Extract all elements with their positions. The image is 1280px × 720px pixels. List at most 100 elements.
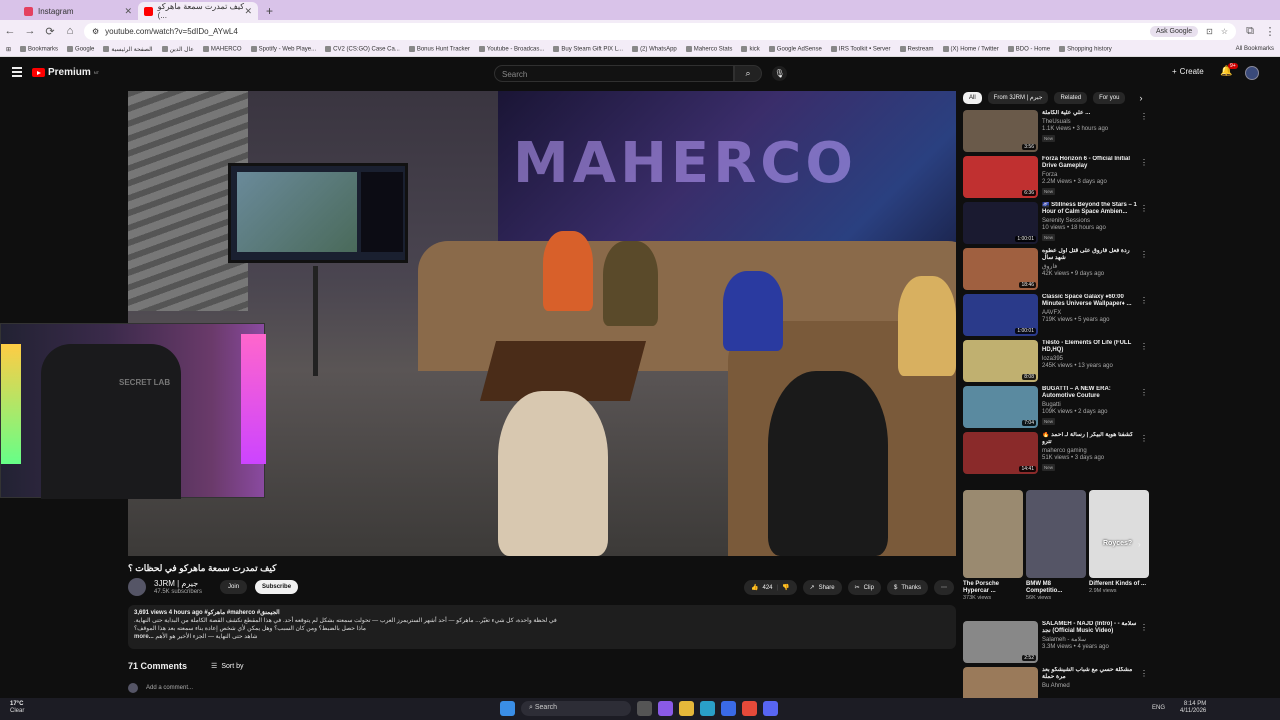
back-icon[interactable]: ← xyxy=(4,25,16,37)
subscribe-button[interactable]: Subscribe xyxy=(255,580,299,594)
copilot-icon[interactable] xyxy=(658,701,673,716)
more-options-icon[interactable]: ⋮ xyxy=(1140,669,1148,678)
more-options-icon[interactable]: ⋮ xyxy=(1140,623,1148,632)
sort-button[interactable]: ☰ Sort by xyxy=(211,662,243,671)
bookmark-item[interactable]: Restream xyxy=(899,45,934,52)
recommendation-channel[interactable]: maherco gaming xyxy=(1042,448,1140,455)
url-field[interactable]: ⚙ youtube.com/watch?v=5dIDo_AYwL4 Ask Go… xyxy=(84,22,1236,40)
more-link[interactable]: ...more xyxy=(134,634,154,640)
recommendation-channel[interactable]: AAVFX xyxy=(1042,310,1140,317)
recommendation-title[interactable]: SALAMEH - NAJD (Intro) - سلامة - نجد (Of… xyxy=(1042,621,1140,635)
more-options-icon[interactable]: ⋮ xyxy=(1140,204,1148,213)
recommendation-channel[interactable]: Forza xyxy=(1042,172,1140,179)
short-thumbnail[interactable] xyxy=(963,490,1023,578)
close-icon[interactable]: ✕ xyxy=(244,6,252,17)
channel-name[interactable]: 3JRM | جيرم xyxy=(154,579,202,589)
more-options-icon[interactable]: ⋮ xyxy=(1140,112,1148,121)
video-thumbnail[interactable]: 3:56 xyxy=(963,110,1038,152)
recommendation-item[interactable]: 14:41 🔥 كشفنا هوية البيكر | رسالة لـ أحمد… xyxy=(963,432,1148,478)
recommendation-channel[interactable]: Serenity Sessions xyxy=(1042,218,1140,225)
edge-icon[interactable] xyxy=(700,701,715,716)
bookmark-item[interactable]: Bookmarks xyxy=(20,45,58,52)
bookmark-item[interactable]: (2) WhatsApp xyxy=(632,45,677,52)
star-icon[interactable]: ☆ xyxy=(1221,27,1228,36)
channel-avatar[interactable] xyxy=(128,578,146,596)
apps-icon[interactable]: ⊞ xyxy=(6,46,11,53)
chevron-right-icon[interactable]: › xyxy=(1139,93,1142,103)
install-icon[interactable]: ⊡ xyxy=(1206,27,1213,36)
store-icon[interactable] xyxy=(721,701,736,716)
youtube-logo[interactable]: Premium NT xyxy=(32,67,99,78)
more-options-icon[interactable]: ⋮ xyxy=(1140,250,1148,259)
thumbs-down-icon[interactable]: 👎 xyxy=(782,584,789,591)
video-thumbnail[interactable]: 18:46 xyxy=(963,248,1038,290)
extensions-icon[interactable]: ⧉ xyxy=(1244,25,1256,38)
recommendation-title[interactable]: Tiësto - Elements Of Life (FULL HD,HQ) xyxy=(1042,340,1140,354)
short-thumbnail[interactable] xyxy=(1026,490,1086,578)
more-options-icon[interactable]: ⋮ xyxy=(1140,434,1148,443)
video-thumbnail[interactable]: 7:04 xyxy=(963,386,1038,428)
recommendation-title[interactable]: مشكلة حسي مع شباب الشيشكو بعد مرة حملة xyxy=(1042,667,1140,681)
language-indicator[interactable]: ENG xyxy=(1152,705,1165,711)
short-title[interactable]: Different Kinds of ... xyxy=(1089,581,1149,588)
recommendation-title[interactable]: BUGATTI – A NEW ERA: Automotive Couture xyxy=(1042,386,1140,400)
bookmark-item[interactable]: الصفحة الرئيسية xyxy=(103,45,153,53)
bookmark-item[interactable]: BDO - Home xyxy=(1007,45,1050,52)
more-actions-icon[interactable]: ⋯ xyxy=(934,580,954,595)
thanks-button[interactable]: $ Thanks xyxy=(886,580,928,595)
video-thumbnail[interactable]: 6:36 xyxy=(963,156,1038,198)
recommendation-item[interactable]: 1:00:01 🌌 Stillness Beyond the Stars – 1 … xyxy=(963,202,1148,248)
tab-instagram[interactable]: Instagram ✕ xyxy=(18,2,138,20)
video-thumbnail[interactable]: 1:00:01 xyxy=(963,202,1038,244)
clip-button[interactable]: ✂ Clip xyxy=(847,580,881,595)
bookmark-item[interactable]: kick xyxy=(741,45,760,52)
bookmark-item[interactable]: Shopping history xyxy=(1059,45,1112,52)
recommendation-channel[interactable]: Bu Ahmed xyxy=(1042,683,1140,690)
more-options-icon[interactable]: ⋮ xyxy=(1140,158,1148,167)
recommendation-title[interactable]: 🔥 كشفنا هوية البيكر | رسالة لـ أحمد تترو xyxy=(1042,432,1140,446)
short-item[interactable]: The Porsche Hypercar ... 373K views xyxy=(963,490,1023,601)
avatar[interactable] xyxy=(1245,66,1259,80)
file-explorer-icon[interactable] xyxy=(679,701,694,716)
recommendation-item[interactable]: 1:00:01 Classic Space Galaxy ♦60:00 Minut… xyxy=(963,294,1148,340)
bookmark-item[interactable]: Youtube - Broadcas... xyxy=(478,45,544,52)
bookmark-item[interactable]: CV2 (CS:GO) Case Ca... xyxy=(325,45,400,52)
bookmark-item[interactable]: IRS Toolkit • Server xyxy=(830,45,891,52)
bookmark-item[interactable]: Maherco Stats xyxy=(685,45,732,52)
recommendation-channel[interactable]: loza395 xyxy=(1042,356,1140,363)
recommendation-title[interactable]: 🌌 Stillness Beyond the Stars – 1 Hour of… xyxy=(1042,202,1140,216)
join-button[interactable]: Join xyxy=(220,580,248,594)
like-button[interactable]: 👍 424 | 👎 xyxy=(744,580,797,595)
recommendation-channel[interactable]: فاروق xyxy=(1042,264,1140,271)
weather-widget[interactable]: 17°C Clear xyxy=(10,701,24,715)
task-view-icon[interactable] xyxy=(637,701,652,716)
mic-icon[interactable]: 🎙 xyxy=(772,66,787,81)
recommendation-item[interactable]: 6:36 Forza Horizon 6 - Official Initial D… xyxy=(963,156,1148,202)
chevron-right-icon[interactable]: › xyxy=(1138,540,1141,549)
recommendation-item[interactable]: 18:46 ردة فعل فاروق على قتل اول عطوه شهد … xyxy=(963,248,1148,294)
chip-for-you[interactable]: For you xyxy=(1093,91,1126,104)
clock[interactable]: 8:14 PM 4/11/2026 xyxy=(1180,701,1206,715)
short-title[interactable]: The Porsche Hypercar ... xyxy=(963,581,1023,595)
more-options-icon[interactable]: ⋮ xyxy=(1140,342,1148,351)
ask-google-button[interactable]: Ask Google xyxy=(1149,25,1199,37)
more-options-icon[interactable]: ⋮ xyxy=(1140,296,1148,305)
recommendation-item[interactable]: 7:04 BUGATTI – A NEW ERA: Automotive Cout… xyxy=(963,386,1148,432)
start-icon[interactable] xyxy=(500,701,515,716)
chip-related[interactable]: Related xyxy=(1054,91,1088,104)
video-thumbnail[interactable]: 2:52 xyxy=(963,621,1038,663)
chip-all[interactable]: All xyxy=(963,91,982,104)
recommendation-channel[interactable]: Bugatti xyxy=(1042,402,1140,409)
menu-icon[interactable]: ⋮ xyxy=(1264,25,1276,38)
video-thumbnail[interactable]: 14:41 xyxy=(963,432,1038,474)
short-item[interactable]: BMW M8 Competitio... 56K views xyxy=(1026,490,1086,601)
all-bookmarks[interactable]: All Bookmarks xyxy=(1236,46,1274,52)
tab-youtube[interactable]: كيف تمدرت سمعة ماهركو (... ✕ xyxy=(138,2,258,20)
recommendation-title[interactable]: Classic Space Galaxy ♦60:00 Minutes Univ… xyxy=(1042,294,1140,308)
bookmark-item[interactable]: Bonus Hunt Tracker xyxy=(408,45,470,52)
description-box[interactable]: 3,691 views 4 hours ago #ماهركو #maherco… xyxy=(128,605,956,649)
site-info-icon[interactable]: ⚙ xyxy=(92,27,99,36)
close-icon[interactable]: ✕ xyxy=(124,6,132,17)
reload-icon[interactable]: ⟳ xyxy=(44,25,56,38)
bookmark-item[interactable]: عال الدين xyxy=(161,45,194,53)
